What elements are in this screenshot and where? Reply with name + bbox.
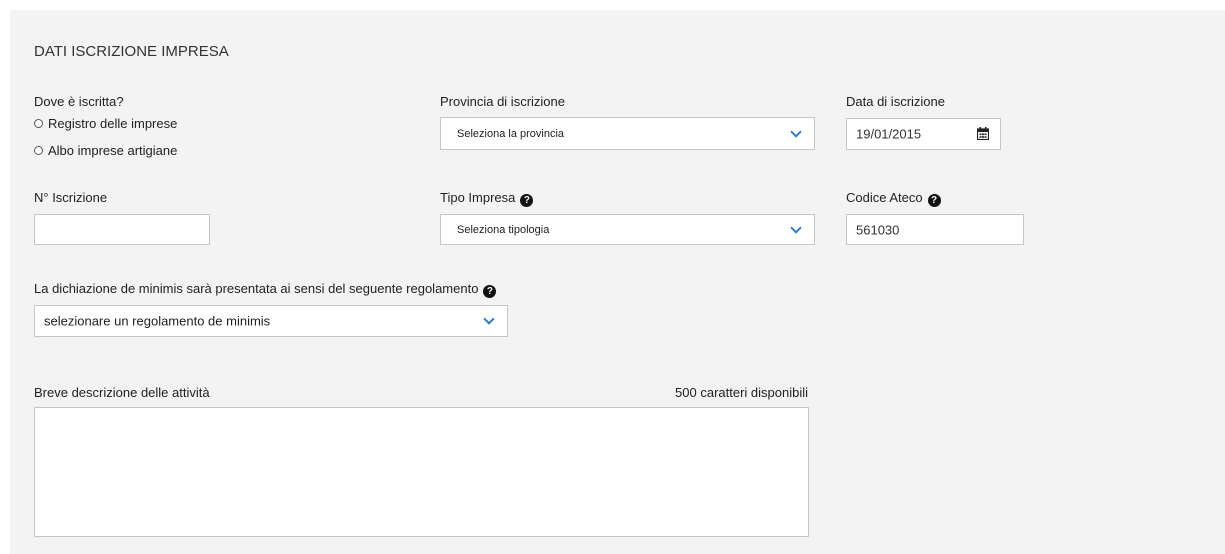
- de-minimis-label: La dichiazione de minimis sarà presentat…: [34, 281, 479, 296]
- question-circle-icon[interactable]: ?: [483, 285, 497, 298]
- tipo-impresa-select[interactable]: Seleziona tipologia: [440, 214, 815, 245]
- tipo-impresa-label-row: Tipo Impresa?: [440, 190, 534, 207]
- provincia-selected: Seleziona la provincia: [457, 127, 565, 140]
- data-iscrizione-input[interactable]: 19/01/2015: [846, 118, 1001, 150]
- question-circle-icon[interactable]: ?: [520, 194, 534, 207]
- de-minimis-label-row: La dichiazione de minimis sarà presentat…: [34, 281, 497, 298]
- radio-button[interactable]: [34, 119, 43, 128]
- codice-ateco-label-row: Codice Ateco?: [846, 190, 941, 207]
- provincia-select[interactable]: Seleziona la provincia: [440, 117, 815, 150]
- codice-ateco-input[interactable]: 561030: [846, 214, 1024, 245]
- tipo-impresa-selected: Seleziona tipologia: [457, 223, 550, 236]
- registry-label: Dove è iscritta?: [34, 94, 124, 109]
- character-counter: 500 caratteri disponibili: [675, 385, 808, 400]
- radio-albo-artigiane[interactable]: Albo imprese artigiane: [34, 143, 177, 158]
- radio-label: Albo imprese artigiane: [48, 143, 178, 158]
- radio-label: Registro delle imprese: [48, 116, 178, 131]
- calendar-icon[interactable]: [977, 127, 989, 140]
- radio-registro-imprese[interactable]: Registro delle imprese: [34, 116, 177, 131]
- question-circle-icon[interactable]: ?: [927, 194, 941, 207]
- descrizione-textarea[interactable]: [34, 407, 809, 537]
- data-iscrizione-value: 19/01/2015: [856, 126, 922, 142]
- section-title: DATI ISCRIZIONE IMPRESA: [34, 43, 229, 60]
- provincia-label: Provincia di iscrizione: [440, 94, 565, 109]
- chevron-down-icon: [790, 125, 802, 138]
- chevron-down-icon: [483, 313, 495, 325]
- chevron-down-icon: [790, 221, 802, 234]
- codice-ateco-value: 561030: [856, 222, 900, 237]
- data-iscrizione-label: Data di iscrizione: [846, 94, 945, 109]
- radio-button[interactable]: [34, 146, 43, 155]
- descrizione-label: Breve descrizione delle attività: [34, 385, 210, 400]
- form-panel: DATI ISCRIZIONE IMPRESA Dove è iscritta?…: [10, 10, 1225, 554]
- numero-iscrizione-label: N° Iscrizione: [34, 190, 108, 205]
- tipo-impresa-label: Tipo Impresa: [440, 190, 516, 205]
- codice-ateco-label: Codice Ateco: [846, 190, 923, 205]
- de-minimis-selected: selezionare un regolamento de minimis: [44, 313, 271, 329]
- numero-iscrizione-input[interactable]: [34, 214, 210, 245]
- de-minimis-select[interactable]: selezionare un regolamento de minimis: [34, 305, 508, 337]
